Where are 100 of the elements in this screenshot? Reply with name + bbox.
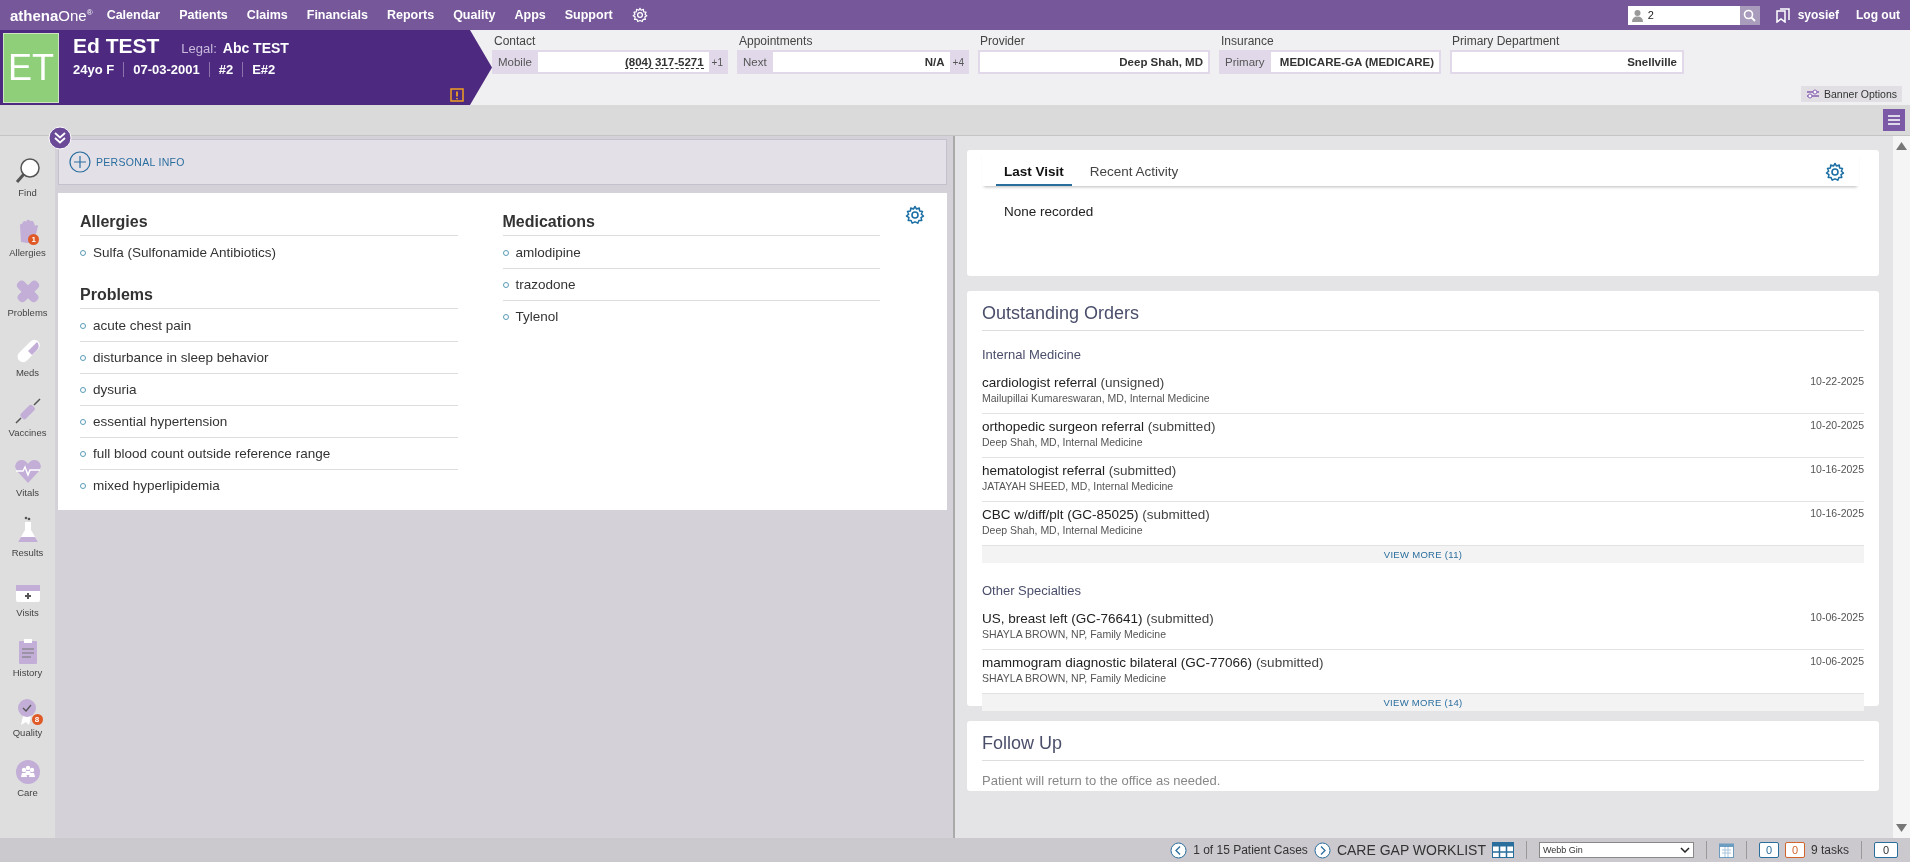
banner-options-button[interactable]: Banner Options	[1801, 86, 1902, 102]
list-item[interactable]: Sulfa (Sulfonamide Antibiotics)	[93, 245, 277, 260]
nav-menu-item[interactable]: Support	[564, 8, 613, 22]
field-label: Insurance	[1221, 34, 1275, 48]
sidebar-item[interactable]: Visits	[12, 576, 43, 636]
settings-icon[interactable]	[905, 205, 925, 225]
order-name[interactable]: hematologist referral (submitted)	[982, 463, 1177, 478]
card-title: Follow Up	[982, 721, 1864, 761]
personal-info-bar[interactable]: PERSONAL INFO	[58, 139, 947, 185]
patient-detail: 07-03-2001	[123, 62, 209, 77]
banner-field[interactable]: Snellville	[1450, 50, 1684, 74]
logout-link[interactable]: Log out	[1856, 8, 1900, 22]
sidebar-item[interactable]: Results	[11, 516, 44, 576]
sidebar-item[interactable]: Care	[12, 756, 43, 816]
sliders-icon	[1806, 89, 1821, 99]
order-name[interactable]: mammogram diagnostic bilateral (GC-77066) (submitted)	[982, 655, 1324, 670]
order-name[interactable]: orthopedic surgeon referral (submitted)	[982, 419, 1216, 434]
order-name[interactable]: CBC w/diff/plt (GC-85025) (submitted)	[982, 507, 1210, 522]
scrollbar[interactable]	[1893, 136, 1910, 838]
menu-icon	[1888, 115, 1900, 125]
sidebar-item[interactable]: Vaccines	[8, 396, 47, 456]
nav-menu-item[interactable]: Apps	[514, 8, 546, 22]
scroll-down-icon[interactable]	[1896, 824, 1907, 832]
order-date: 10-22-2025	[1810, 375, 1864, 389]
view-more-button[interactable]: VIEW MORE (11)	[982, 546, 1864, 563]
sidebar-item[interactable]: Meds	[12, 336, 43, 396]
order-date: 10-06-2025	[1810, 655, 1864, 669]
messages-count[interactable]: 0	[1874, 842, 1898, 858]
nav-menu-item[interactable]: Quality	[453, 8, 496, 22]
order-date: 10-16-2025	[1810, 507, 1864, 521]
legal-name: Abc TEST	[222, 40, 289, 56]
list-item[interactable]: Tylenol	[515, 309, 559, 324]
list-item[interactable]: dysuria	[93, 382, 137, 397]
sidebar-item[interactable]: 8 Quality	[12, 696, 43, 756]
section-title: Medications	[502, 209, 880, 236]
patient-search-field[interactable]: 2	[1627, 5, 1740, 25]
field-label: Contact	[494, 34, 537, 48]
banner-field[interactable]: Primary MEDICARE-GA (MEDICARE)	[1219, 50, 1441, 74]
list-item[interactable]: essential hypertension	[93, 414, 228, 429]
sidebar-item[interactable]: Vitals	[12, 456, 43, 516]
sidebar-item[interactable]: History	[12, 636, 43, 696]
sidebar-item[interactable]: Problems	[7, 276, 48, 336]
count-box[interactable]: 0	[1785, 842, 1805, 858]
previous-icon[interactable]	[1170, 841, 1188, 859]
alert-icon[interactable]	[450, 88, 464, 102]
more-count[interactable]: +1	[708, 52, 726, 72]
field-tag: Next	[739, 52, 773, 72]
field-value: Snellville	[1627, 56, 1677, 68]
expand-icon[interactable]	[48, 126, 72, 150]
banner-field[interactable]: Mobile (804) 317-5271 +1	[492, 50, 728, 74]
section-title: Problems	[80, 282, 458, 309]
field-label: Provider	[980, 34, 1026, 48]
nav-menu-item[interactable]: Calendar	[106, 8, 161, 22]
nav-menu-item[interactable]: Claims	[246, 8, 288, 22]
order-name[interactable]: cardiologist referral (unsigned)	[982, 375, 1210, 390]
sidebar-item[interactable]: 1 Allergies	[9, 216, 46, 276]
list-item[interactable]: mixed hyperlipidemia	[93, 478, 220, 493]
caret-icon	[1680, 847, 1690, 853]
field-value: Deep Shah, MD	[1119, 56, 1203, 68]
list-item[interactable]: trazodone	[515, 277, 576, 292]
search-icon	[1743, 8, 1757, 22]
add-icon	[69, 151, 91, 173]
legal-label: Legal:	[181, 41, 217, 56]
field-value: N/A	[924, 56, 945, 68]
tab[interactable]: Recent Activity	[1081, 164, 1187, 186]
person-icon	[1630, 8, 1644, 22]
order-name[interactable]: US, breast left (GC-76641) (submitted)	[982, 611, 1214, 626]
nav-menu-item[interactable]: Reports	[386, 8, 435, 22]
section-title: Allergies	[80, 209, 458, 236]
view-more-button[interactable]: VIEW MORE (14)	[982, 694, 1864, 711]
nav-menu-item[interactable]: Patients	[179, 8, 228, 22]
calendar-icon[interactable]	[1719, 842, 1734, 858]
banner-field[interactable]: Deep Shah, MD	[978, 50, 1210, 74]
list-item[interactable]: amlodipine	[515, 245, 581, 260]
app-logo[interactable]: athenaOne$^{®}$	[10, 6, 93, 24]
order-provider: SHAYLA BROWN, NP, Family Medicine	[982, 672, 1167, 684]
order-date: 10-20-2025	[1810, 419, 1864, 433]
count-badge: 1	[28, 234, 40, 245]
next-icon[interactable]	[1313, 841, 1331, 859]
scroll-up-icon[interactable]	[1896, 142, 1907, 150]
menu-button[interactable]	[1883, 109, 1905, 131]
list-item[interactable]: full blood count outside reference range	[93, 446, 331, 461]
search-button[interactable]	[1739, 5, 1760, 25]
banner-field[interactable]: Next N/A +4	[737, 50, 969, 74]
count-badge: 8	[31, 714, 43, 725]
sidebar-item[interactable]: Find	[12, 156, 43, 216]
list-item[interactable]: disturbance in sleep behavior	[93, 350, 269, 365]
tasks-count[interactable]: 9 tasks	[1811, 843, 1849, 857]
more-count[interactable]: +4	[949, 52, 967, 72]
table-icon[interactable]	[1492, 842, 1514, 858]
nav-menu-item[interactable]: Financials	[306, 8, 368, 22]
list-item[interactable]: acute chest pain	[93, 318, 192, 333]
count-box[interactable]: 0	[1759, 842, 1779, 858]
worklist-link[interactable]: CARE GAP WORKLIST	[1336, 842, 1486, 858]
user-name[interactable]: syosief	[1797, 8, 1839, 22]
bookmarks-icon[interactable]	[1775, 7, 1790, 23]
tab[interactable]: Last Visit	[996, 164, 1072, 186]
settings-icon[interactable]	[1825, 162, 1845, 182]
provider-dropdown[interactable]: Webb Gin	[1539, 842, 1694, 858]
patient-detail: #2	[208, 62, 243, 77]
